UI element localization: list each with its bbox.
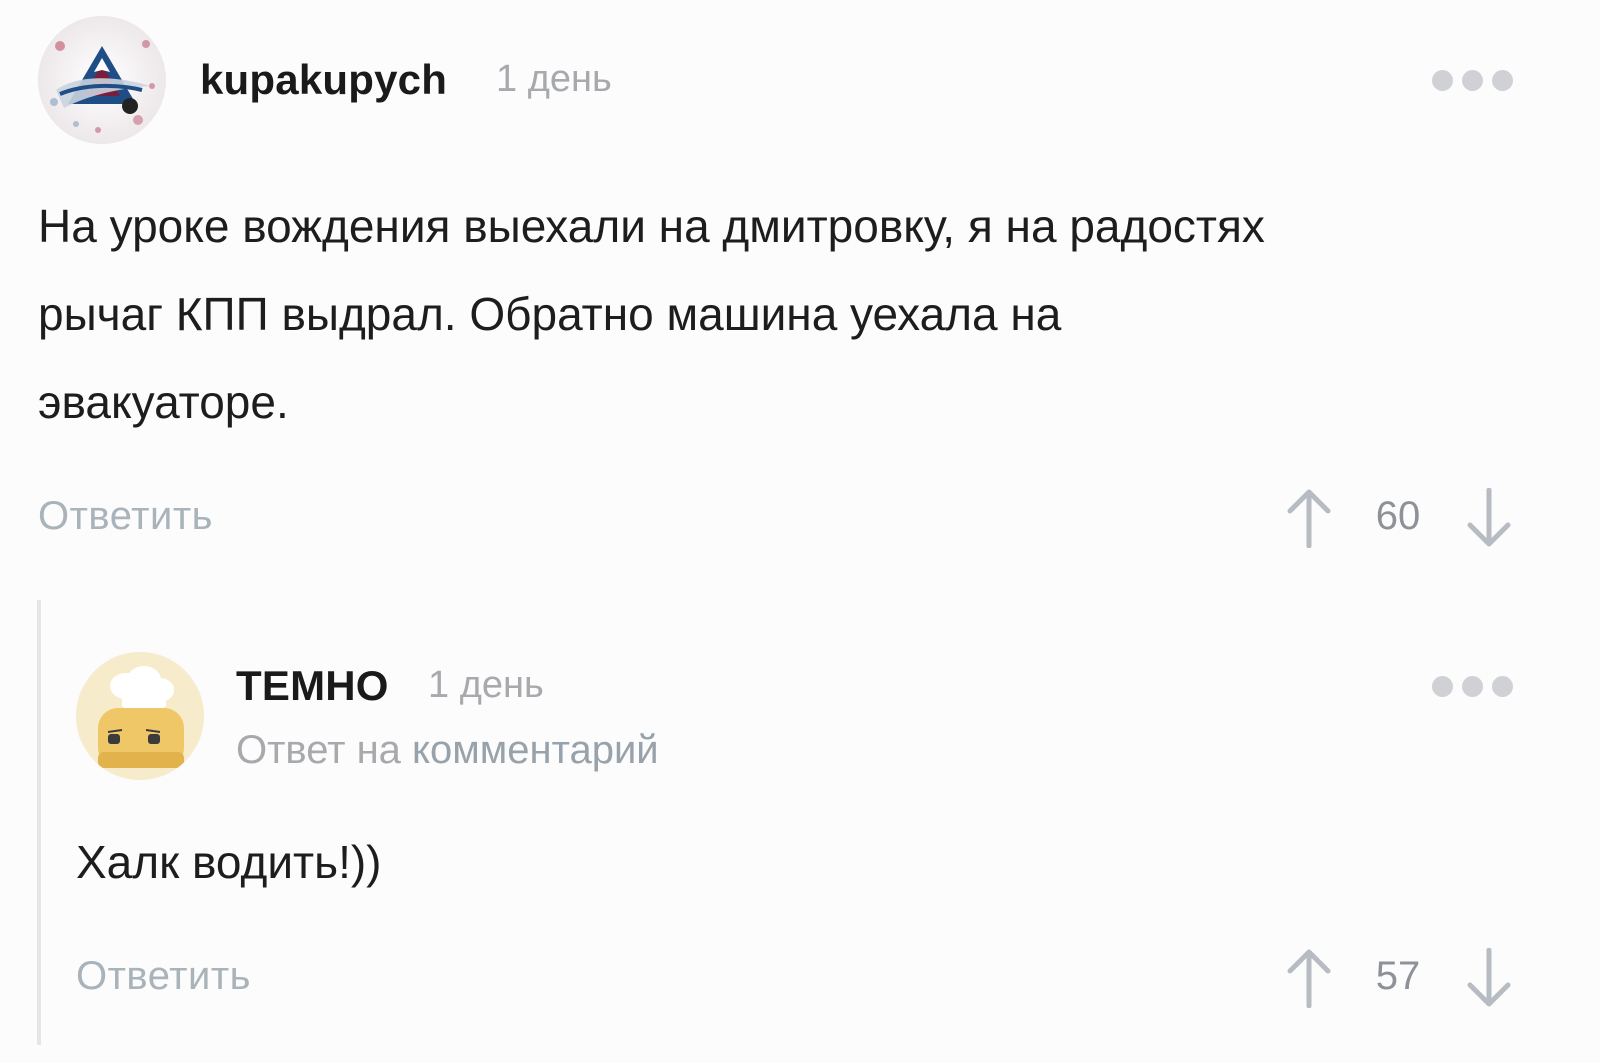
vote-count: 57 xyxy=(1375,954,1421,998)
comment-text-line: эвакуаторе. xyxy=(38,376,289,428)
comment-text-line: Халк водить!)) xyxy=(76,836,382,888)
comment-text: На уроке вождения выехали на дмитровку, … xyxy=(38,182,1265,446)
avatar[interactable] xyxy=(38,16,166,144)
comment-text-line: рычаг КПП выдрал. Обратно машина уехала … xyxy=(38,288,1062,340)
username[interactable]: kupakupych xyxy=(200,56,447,104)
comment-text: Халк водить!)) xyxy=(76,818,382,906)
arrow-down-icon[interactable] xyxy=(1464,488,1514,548)
vote-count: 60 xyxy=(1375,494,1421,538)
arrow-up-icon[interactable] xyxy=(1284,488,1334,548)
reply-button[interactable]: Ответить xyxy=(38,494,213,539)
username[interactable]: ТЕМНО xyxy=(236,662,389,710)
comment-time: 1 день xyxy=(496,58,612,100)
arrow-up-icon[interactable] xyxy=(1284,948,1334,1008)
more-dots-icon[interactable] xyxy=(1432,70,1513,91)
reply-to-prefix: Ответ на xyxy=(236,728,401,772)
arrow-down-icon[interactable] xyxy=(1464,948,1514,1008)
more-dots-icon[interactable] xyxy=(1432,676,1513,697)
comment-text-line: На уроке вождения выехали на дмитровку, … xyxy=(38,200,1265,252)
reply-to: Ответ на комментарий xyxy=(236,728,659,773)
comment: kupakupych 1 день На уроке вождения выех… xyxy=(0,0,1600,580)
colorado-avalanche-logo-icon xyxy=(38,16,166,144)
avatar[interactable] xyxy=(76,652,204,780)
comment-time: 1 день xyxy=(428,664,544,706)
reply-to-link[interactable]: комментарий xyxy=(412,728,659,772)
toaster-chef-icon xyxy=(76,652,204,780)
reply-button[interactable]: Ответить xyxy=(76,954,251,999)
reply-comment: ТЕМНО 1 день Ответ на комментарий Халк в… xyxy=(0,600,1600,1063)
